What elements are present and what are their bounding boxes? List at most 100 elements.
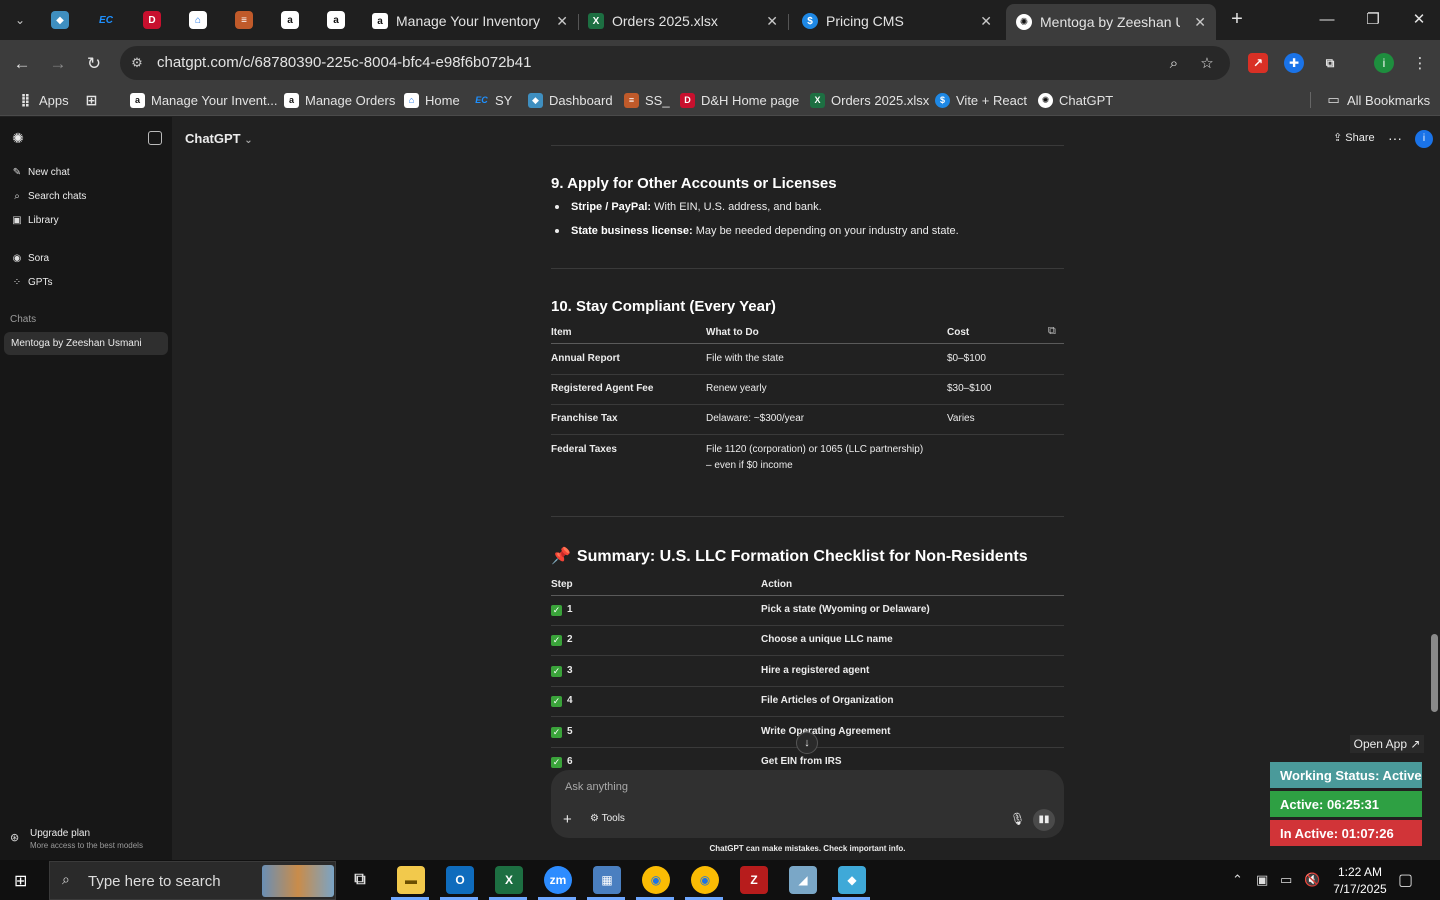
table-header: Action xyxy=(761,579,793,590)
share-button[interactable]: ⇪ Share xyxy=(1333,131,1375,144)
voice-mode-icon[interactable]: ▮▮ xyxy=(1033,809,1055,831)
bookmark-group[interactable]: ⊞ xyxy=(84,91,105,109)
more-options-icon[interactable]: ··· xyxy=(1388,130,1402,146)
new-tab-button[interactable]: + xyxy=(1226,8,1248,30)
copy-table-icon[interactable]: ⧉ xyxy=(1048,325,1060,337)
sidebar-item-search-chats[interactable]: ⌕ Search chats xyxy=(11,188,86,204)
restore-button[interactable]: ❐ xyxy=(1358,8,1388,32)
tab-separator xyxy=(788,14,789,30)
app-icon: ◆ xyxy=(51,11,69,29)
excel-icon[interactable]: X xyxy=(495,866,523,894)
profile-avatar[interactable]: i xyxy=(1374,53,1394,73)
pinned-tab[interactable]: a xyxy=(323,8,349,32)
sidebar-item-gpts[interactable]: ⁘ GPTs xyxy=(11,274,53,290)
pinned-tab[interactable]: EC xyxy=(93,8,119,32)
reload-button[interactable]: ↻ xyxy=(82,52,106,76)
tab-title: Orders 2025.xlsx xyxy=(612,13,718,29)
tools-icon: ⚙ xyxy=(590,813,599,824)
attach-plus-icon[interactable]: + xyxy=(563,811,572,828)
sidebar-item-sora[interactable]: ◉ Sora xyxy=(11,250,50,266)
bookmark-home[interactable]: ⌂ Home xyxy=(404,91,460,109)
calculator-icon[interactable]: ▦ xyxy=(593,866,621,894)
bookmark-sy[interactable]: EC SY xyxy=(474,91,512,109)
minimize-button[interactable]: — xyxy=(1312,8,1342,32)
tools-button[interactable]: ⚙ Tools xyxy=(590,813,625,824)
filezilla-icon[interactable]: Z xyxy=(740,866,768,894)
chrome-icon[interactable]: ◉ xyxy=(691,866,719,894)
zoom-icon[interactable]: ⌕ xyxy=(1162,52,1186,76)
inactive-time-badge: In Active: 01:07:26 xyxy=(1270,820,1422,846)
tab-mentoga[interactable]: ✺ Mentoga by Zeeshan Usmani ✕ xyxy=(1006,4,1216,40)
pinned-tab[interactable]: ⌂ xyxy=(185,8,211,32)
tray-chevron-icon[interactable]: ⌃ xyxy=(1232,872,1243,888)
bookmark-dh[interactable]: D D&H Home page xyxy=(680,91,799,109)
close-icon[interactable]: ✕ xyxy=(980,13,992,30)
volume-muted-icon[interactable]: 🔇 xyxy=(1304,872,1320,888)
close-icon[interactable]: ✕ xyxy=(556,13,568,30)
close-icon[interactable]: ✕ xyxy=(766,13,778,30)
bookmark-dashboard[interactable]: ◆ Dashboard xyxy=(528,91,613,109)
task-view-icon[interactable]: ⧉ xyxy=(346,866,374,894)
table-cell: Choose a unique LLC name xyxy=(761,634,893,645)
openai-logo-icon[interactable]: ✺ xyxy=(10,130,26,146)
app-icon[interactable]: ◢ xyxy=(789,866,817,894)
pinned-tab[interactable]: D xyxy=(139,8,165,32)
tab-pricing[interactable]: $ Pricing CMS ✕ xyxy=(792,6,1002,36)
zoom-icon[interactable]: zm xyxy=(544,866,572,894)
url-text[interactable]: chatgpt.com/c/68780390-225c-8004-bfc4-e9… xyxy=(157,54,531,71)
pinned-tab[interactable]: ≡ xyxy=(231,8,257,32)
tab-search-chevron-icon[interactable]: ⌄ xyxy=(6,8,34,32)
upgrade-plan[interactable]: ⊛ Upgrade plan More access to the best m… xyxy=(10,828,143,850)
bookmark-inventory[interactable]: a Manage Your Invent... xyxy=(130,91,277,109)
bookmark-ss[interactable]: ≡ SS_ xyxy=(624,91,670,109)
app-icon[interactable]: ◆ xyxy=(838,866,866,894)
taskbar-search[interactable]: ⌕ Type here to search xyxy=(49,861,336,900)
close-window-button[interactable]: ✕ xyxy=(1404,8,1434,32)
prompt-input[interactable]: Ask anything xyxy=(565,781,628,793)
outlook-icon[interactable]: O xyxy=(446,866,474,894)
sidebar-item-new-chat[interactable]: ✎ New chat xyxy=(11,164,70,180)
sidebar-toggle-icon[interactable] xyxy=(148,131,162,145)
divider xyxy=(551,268,1064,269)
network-icon[interactable]: ▭ xyxy=(1280,872,1292,888)
forward-button[interactable]: → xyxy=(46,52,70,76)
extensions-puzzle-icon[interactable]: ⧉ xyxy=(1320,53,1340,73)
row-divider xyxy=(551,404,1064,405)
table-cell: Renew yearly xyxy=(706,383,767,394)
library-icon: ▣ xyxy=(12,214,22,226)
scrollbar-thumb[interactable] xyxy=(1431,634,1438,712)
open-app-button[interactable]: Open App ↗ xyxy=(1350,735,1424,753)
microphone-icon[interactable]: 🎙 xyxy=(1010,812,1025,826)
windows-start-icon[interactable]: ⊞ xyxy=(14,871,34,891)
taskbar-clock[interactable]: 1:22 AM 7/17/2025 xyxy=(1330,864,1390,898)
model-selector[interactable]: ChatGPT ⌄ xyxy=(185,131,253,146)
tab-inventory[interactable]: a Manage Your Inventory ✕ xyxy=(362,6,578,36)
extension-icon[interactable]: ↗ xyxy=(1248,53,1268,73)
menu-kebab-icon[interactable]: ⋮ xyxy=(1408,52,1432,76)
sidebar-chat-active[interactable]: Mentoga by Zeeshan Usmani xyxy=(4,332,168,355)
bookmark-orders[interactable]: a Manage Orders xyxy=(284,91,395,109)
extension-icon[interactable]: ✚ xyxy=(1284,53,1304,73)
bookmark-chatgpt[interactable]: ✺ ChatGPT xyxy=(1038,91,1113,109)
file-explorer-icon[interactable]: ▬ xyxy=(397,866,425,894)
pinned-tab[interactable]: ◆ xyxy=(47,8,73,32)
bookmark-vite[interactable]: $ Vite + React xyxy=(935,91,1027,109)
bookmark-orders-xlsx[interactable]: X Orders 2025.xlsx xyxy=(810,91,929,109)
pinned-tab[interactable]: a xyxy=(277,8,303,32)
chrome-icon[interactable]: ◉ xyxy=(642,866,670,894)
site-settings-icon[interactable]: ⚙ xyxy=(128,54,146,72)
table-cell: File 1120 (corporation) or 1065 (LLC par… xyxy=(706,444,924,471)
search-highlight-image xyxy=(262,865,334,897)
sidebar-item-library[interactable]: ▣ Library xyxy=(11,212,58,228)
back-button[interactable]: ← xyxy=(10,52,34,76)
tray-app-icon[interactable]: ▣ xyxy=(1256,872,1268,888)
bookmark-star-icon[interactable]: ☆ xyxy=(1195,52,1219,76)
tab-orders[interactable]: X Orders 2025.xlsx ✕ xyxy=(578,6,788,36)
close-icon[interactable]: ✕ xyxy=(1190,13,1206,31)
all-bookmarks[interactable]: ▭ All Bookmarks xyxy=(1326,91,1430,109)
bookmark-apps[interactable]: ⣿ Apps xyxy=(18,91,68,109)
excel-icon: X xyxy=(810,92,825,108)
scroll-to-bottom-button[interactable]: ↓ xyxy=(796,732,818,754)
notification-icon[interactable]: ▢ xyxy=(1398,870,1413,890)
table-cell: Varies xyxy=(947,413,975,424)
